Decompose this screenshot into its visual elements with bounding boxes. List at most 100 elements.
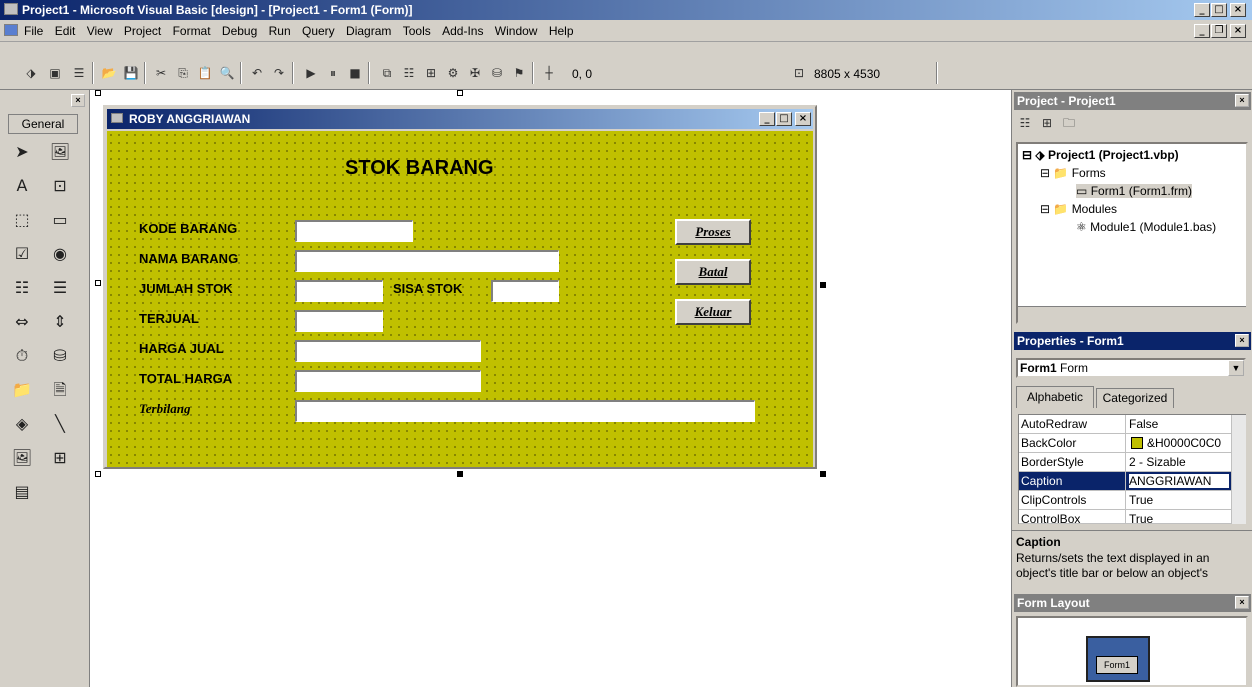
tree-node-form1[interactable]: ▭ Form1 (Form1.frm) (1076, 184, 1193, 198)
tree-hscrollbar[interactable] (1018, 306, 1246, 322)
child-minimize-button[interactable]: _ (1194, 24, 1210, 38)
component-manager-icon[interactable]: ⚑ (510, 64, 528, 82)
child-close-button[interactable]: × (1230, 24, 1246, 38)
menu-help[interactable]: Help (549, 20, 574, 42)
vscrollbar-tool-icon[interactable]: ⇕ (48, 310, 72, 334)
property-row[interactable]: AutoRedraw False (1019, 415, 1231, 434)
total-harga-textbox[interactable] (295, 370, 481, 392)
drivelistbox-tool-icon[interactable]: ⛁ (48, 344, 72, 368)
copy-icon[interactable]: ⎘ (174, 64, 192, 82)
property-row-selected[interactable]: Caption ANGGRIAWAN (1019, 472, 1231, 491)
tree-node-module1[interactable]: ⚛ Module1 (Module1.bas) (1076, 220, 1216, 234)
textbox-tool-icon[interactable]: ⊡ (48, 174, 72, 198)
ole-tool-icon[interactable]: ▤ (10, 480, 34, 504)
form-window-icon[interactable] (111, 113, 123, 123)
properties-panel-close-button[interactable]: × (1235, 334, 1249, 347)
frame-tool-icon[interactable]: ⬚ (10, 208, 34, 232)
form1-client-area[interactable]: STOK BARANG KODE BARANG NAMA BARANG JUML… (107, 131, 813, 467)
object-selector-dropdown[interactable]: Form1 Form ▼ (1016, 358, 1246, 378)
dirlistbox-tool-icon[interactable]: 📁 (10, 378, 34, 402)
proses-button[interactable]: Proses (675, 219, 751, 245)
tab-alphabetic[interactable]: Alphabetic (1016, 386, 1094, 408)
open-project-icon[interactable]: 📂 (100, 64, 118, 82)
save-project-icon[interactable]: 💾 (122, 64, 140, 82)
maximize-button[interactable]: □ (1211, 3, 1227, 17)
property-vscrollbar[interactable] (1231, 415, 1246, 524)
menu-format[interactable]: Format (173, 20, 211, 42)
optionbutton-tool-icon[interactable]: ◉ (48, 242, 72, 266)
hscrollbar-tool-icon[interactable]: ⇔ (10, 310, 34, 334)
form-close-button[interactable]: × (795, 112, 811, 126)
chevron-down-icon[interactable]: ▼ (1228, 360, 1244, 376)
keluar-button[interactable]: Keluar (675, 299, 751, 325)
jumlah-stok-textbox[interactable] (295, 280, 383, 302)
project-panel-close-button[interactable]: × (1235, 94, 1249, 107)
menu-file[interactable]: File (24, 20, 43, 42)
redo-icon[interactable]: ↷ (270, 64, 288, 82)
shape-tool-icon[interactable]: ◈ (10, 412, 34, 436)
menu-run[interactable]: Run (269, 20, 291, 42)
commandbutton-tool-icon[interactable]: ▭ (48, 208, 72, 232)
menu-debug[interactable]: Debug (222, 20, 257, 42)
menu-query[interactable]: Query (302, 20, 335, 42)
tab-categorized[interactable]: Categorized (1096, 388, 1174, 408)
properties-window-icon[interactable]: ☷ (400, 64, 418, 82)
toggle-folders-icon[interactable]: 🗀 (1060, 114, 1078, 132)
harga-jual-textbox[interactable] (295, 340, 481, 362)
paste-icon[interactable]: 📋 (196, 64, 214, 82)
form-preview[interactable]: Form1 (1096, 656, 1138, 674)
nama-barang-textbox[interactable] (295, 250, 559, 272)
data-view-icon[interactable]: ⛁ (488, 64, 506, 82)
pointer-tool-icon[interactable]: ➤ (10, 140, 34, 164)
listbox-tool-icon[interactable]: ☰ (48, 276, 72, 300)
add-project-icon[interactable]: ⬗ (22, 64, 40, 82)
resize-handle[interactable] (95, 280, 101, 286)
form-minimize-button[interactable]: _ (759, 112, 775, 126)
start-icon[interactable]: ▶ (302, 64, 320, 82)
resize-handle[interactable] (820, 471, 826, 477)
property-row[interactable]: ControlBox True (1019, 510, 1231, 524)
timer-tool-icon[interactable]: ⏱ (10, 344, 34, 368)
menu-edit[interactable]: Edit (55, 20, 76, 42)
menu-project[interactable]: Project (124, 20, 161, 42)
data-tool-icon[interactable]: ⊞ (48, 446, 72, 470)
tree-node-forms-folder[interactable]: ⊟ 📁 Forms (1040, 166, 1106, 180)
menu-window[interactable]: Window (495, 20, 538, 42)
toolbox-icon[interactable]: ✠ (466, 64, 484, 82)
menu-tools[interactable]: Tools (403, 20, 431, 42)
minimize-button[interactable]: _ (1194, 3, 1210, 17)
project-explorer-icon[interactable]: ⧉ (378, 64, 396, 82)
add-form-icon[interactable]: ▣ (46, 64, 64, 82)
end-icon[interactable]: ■ (346, 64, 364, 82)
resize-handle[interactable] (457, 471, 463, 477)
toolbox-general-tab[interactable]: General (8, 114, 78, 134)
vb-app-icon[interactable] (4, 3, 18, 15)
view-code-icon[interactable]: ☷ (1016, 114, 1034, 132)
sisa-stok-textbox[interactable] (491, 280, 559, 302)
line-tool-icon[interactable]: ╲ (48, 412, 72, 436)
checkbox-tool-icon[interactable]: ☑ (10, 242, 34, 266)
form-maximize-button[interactable]: □ (776, 112, 792, 126)
filelistbox-tool-icon[interactable]: 🗎 (48, 378, 72, 402)
view-object-icon[interactable]: ⊞ (1038, 114, 1056, 132)
tree-node-modules-folder[interactable]: ⊟ 📁 Modules (1040, 202, 1117, 216)
resize-handle[interactable] (820, 282, 826, 288)
cut-icon[interactable]: ✂ (152, 64, 170, 82)
menu-editor-icon[interactable]: ☰ (70, 64, 88, 82)
menu-view[interactable]: View (87, 20, 113, 42)
undo-icon[interactable]: ↶ (248, 64, 266, 82)
form1-title-bar[interactable]: ROBY ANGGRIAWAN _ □ × (107, 109, 813, 129)
break-icon[interactable]: ⏸ (324, 64, 342, 82)
terjual-textbox[interactable] (295, 310, 383, 332)
label-tool-icon[interactable]: A (10, 174, 34, 198)
terbilang-textbox[interactable] (295, 400, 755, 422)
property-row[interactable]: ClipControls True (1019, 491, 1231, 510)
form-layout-icon[interactable]: ⊞ (422, 64, 440, 82)
find-icon[interactable]: 🔍 (218, 64, 236, 82)
menu-addins[interactable]: Add-Ins (442, 20, 483, 42)
kode-barang-textbox[interactable] (295, 220, 413, 242)
menu-diagram[interactable]: Diagram (346, 20, 391, 42)
object-browser-icon[interactable]: ⚙ (444, 64, 462, 82)
tree-node-project[interactable]: ⊟ ⬗ Project1 (Project1.vbp) (1022, 148, 1179, 162)
resize-handle[interactable] (95, 90, 101, 96)
